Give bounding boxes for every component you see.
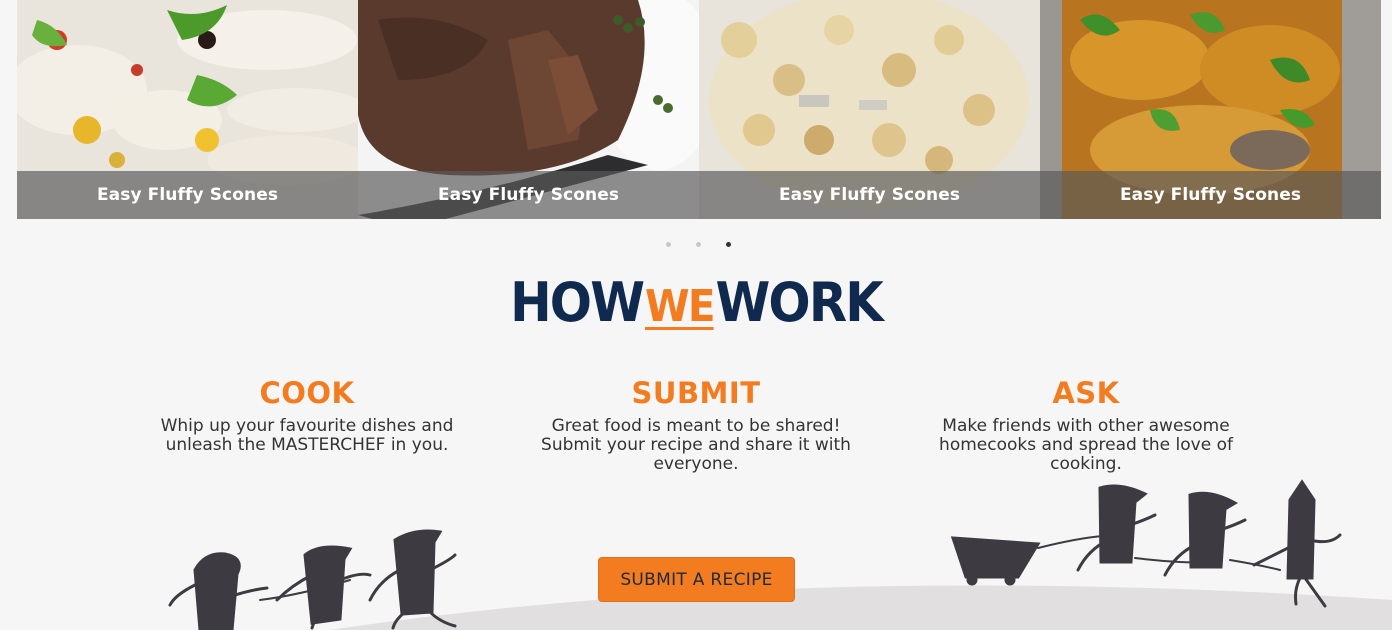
recipe-carousel[interactable]: Easy Fluffy Scones Easy Fluffy Scones Ea… (17, 0, 1381, 219)
title-how: HOW (510, 271, 645, 334)
left-runners (168, 529, 457, 630)
step-description: Whip up your favourite dishes and unleas… (160, 416, 454, 455)
step-submit: SUBMIT Great food is meant to be shared!… (516, 374, 876, 474)
how-we-work-title: HOWWEWORK (56, 272, 1337, 338)
step-heading: COOK (259, 376, 355, 410)
carousel-pagination (0, 240, 1392, 250)
carousel-slide[interactable]: Easy Fluffy Scones (699, 0, 1040, 219)
carousel-slide[interactable]: Easy Fluffy Scones (17, 0, 358, 219)
slide-caption[interactable]: Easy Fluffy Scones (358, 171, 699, 219)
running-figures-illustration (168, 479, 1392, 630)
submit-recipe-button[interactable]: SUBMIT A RECIPE (598, 557, 795, 602)
step-heading: ASK (1052, 376, 1120, 410)
step-description: Make friends with other awesome homecook… (939, 416, 1233, 474)
slide-caption[interactable]: Easy Fluffy Scones (17, 171, 358, 219)
title-work: WORK (715, 271, 883, 334)
carousel-slide[interactable]: Easy Fluffy Scones (1040, 0, 1381, 219)
carousel-dot-2[interactable] (696, 242, 701, 247)
carousel-slide[interactable]: Easy Fluffy Scones (358, 0, 699, 219)
step-cook: COOK Whip up your favourite dishes and u… (127, 374, 487, 455)
carousel-dot-3-active[interactable] (726, 242, 731, 247)
title-we: WE (645, 281, 715, 332)
step-heading: SUBMIT (631, 376, 761, 410)
carousel-dot-1[interactable] (666, 242, 671, 247)
slide-caption[interactable]: Easy Fluffy Scones (1040, 171, 1381, 219)
slide-caption[interactable]: Easy Fluffy Scones (699, 171, 1040, 219)
hill-shape (330, 585, 1392, 630)
step-ask: ASK Make friends with other awesome home… (906, 374, 1266, 474)
step-description: Great food is meant to be shared! Submit… (541, 416, 851, 474)
